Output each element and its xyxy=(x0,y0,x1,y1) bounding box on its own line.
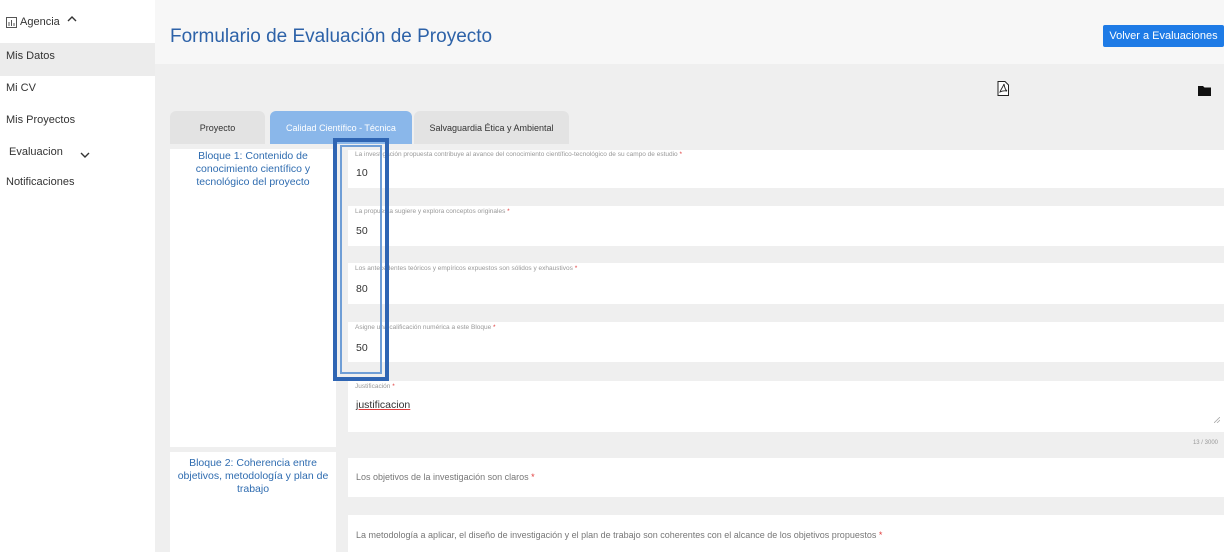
block2-title: Bloque 2: Coherencia entre objetivos, me… xyxy=(170,452,336,552)
sidebar-item-label: Notificaciones xyxy=(6,176,75,188)
tab-salvaguardia-etica-ambiental[interactable]: Salvaguardia Ética y Ambiental xyxy=(414,111,569,144)
character-counter: 13 / 3000 xyxy=(1192,440,1218,446)
field-label: Justificación xyxy=(355,383,391,390)
main-content: Formulario de Evaluación de Proyecto Vol… xyxy=(155,0,1224,552)
sidebar-agency-label: Agencia xyxy=(20,16,60,28)
block2-field-1[interactable]: Los objetivos de la investigación son cl… xyxy=(348,458,1224,497)
back-to-evaluations-button[interactable]: Volver a Evaluaciones xyxy=(1103,25,1224,47)
field-label: La metodología a aplicar, el diseño de i… xyxy=(356,530,877,540)
block1-field-1[interactable]: La investigación propuesta contribuye al… xyxy=(348,150,1224,188)
required-mark: * xyxy=(392,383,395,390)
sidebar-item-mis-datos[interactable]: Mis Datos xyxy=(0,43,155,76)
sidebar-item-evaluacion[interactable]: Evaluacion xyxy=(0,142,155,162)
sidebar-item-label: Mis Proyectos xyxy=(6,114,76,126)
chevron-down-icon[interactable] xyxy=(80,146,90,166)
highlight-box xyxy=(333,138,389,381)
chart-icon xyxy=(6,17,17,31)
resize-handle-icon[interactable] xyxy=(1213,410,1221,428)
tab-proyecto[interactable]: Proyecto xyxy=(170,111,265,144)
chevron-up-icon[interactable] xyxy=(67,14,77,26)
sidebar-item-label: Mi CV xyxy=(6,82,36,94)
page-title: Formulario de Evaluación de Proyecto xyxy=(170,26,493,47)
folder-icon[interactable] xyxy=(1198,83,1211,101)
sidebar-item-label: Evaluacion xyxy=(9,146,63,158)
required-mark: * xyxy=(507,208,510,215)
required-mark: * xyxy=(493,324,496,331)
justification-value: justificacion xyxy=(356,399,411,411)
field-label: La investigación propuesta contribuye al… xyxy=(355,151,678,158)
block1-title: Bloque 1: Contenido de conocimiento cien… xyxy=(170,149,336,447)
sidebar-item-notificaciones[interactable]: Notificaciones xyxy=(0,172,155,192)
required-mark: * xyxy=(679,151,683,158)
pdf-icon[interactable] xyxy=(997,81,1009,101)
field-label: Los objetivos de la investigación son cl… xyxy=(356,472,529,482)
required-mark: * xyxy=(574,265,578,272)
sidebar: Agencia Mis Datos Mi CV Mis Proyectos Ev… xyxy=(0,0,156,552)
block1-field-2[interactable]: La propuesta sugiere y explora conceptos… xyxy=(348,206,1224,246)
page-header: Formulario de Evaluación de Proyecto Vol… xyxy=(155,0,1224,64)
required-mark: * xyxy=(878,530,883,540)
sidebar-item-label: Mis Datos xyxy=(6,50,55,62)
required-mark: * xyxy=(531,472,535,482)
block1-field-4[interactable]: Asigne una calificación numérica a este … xyxy=(348,322,1224,362)
sidebar-item-mis-proyectos[interactable]: Mis Proyectos xyxy=(0,110,155,130)
sidebar-agency-header[interactable]: Agencia xyxy=(0,16,155,38)
sidebar-item-mi-cv[interactable]: Mi CV xyxy=(0,78,155,98)
block1-field-3[interactable]: Los antecedentes teóricos y empíricos ex… xyxy=(348,263,1224,304)
block2-field-2[interactable]: La metodología a aplicar, el diseño de i… xyxy=(348,515,1224,552)
block1-justification-field[interactable]: Justificación * justificacion xyxy=(348,381,1224,432)
